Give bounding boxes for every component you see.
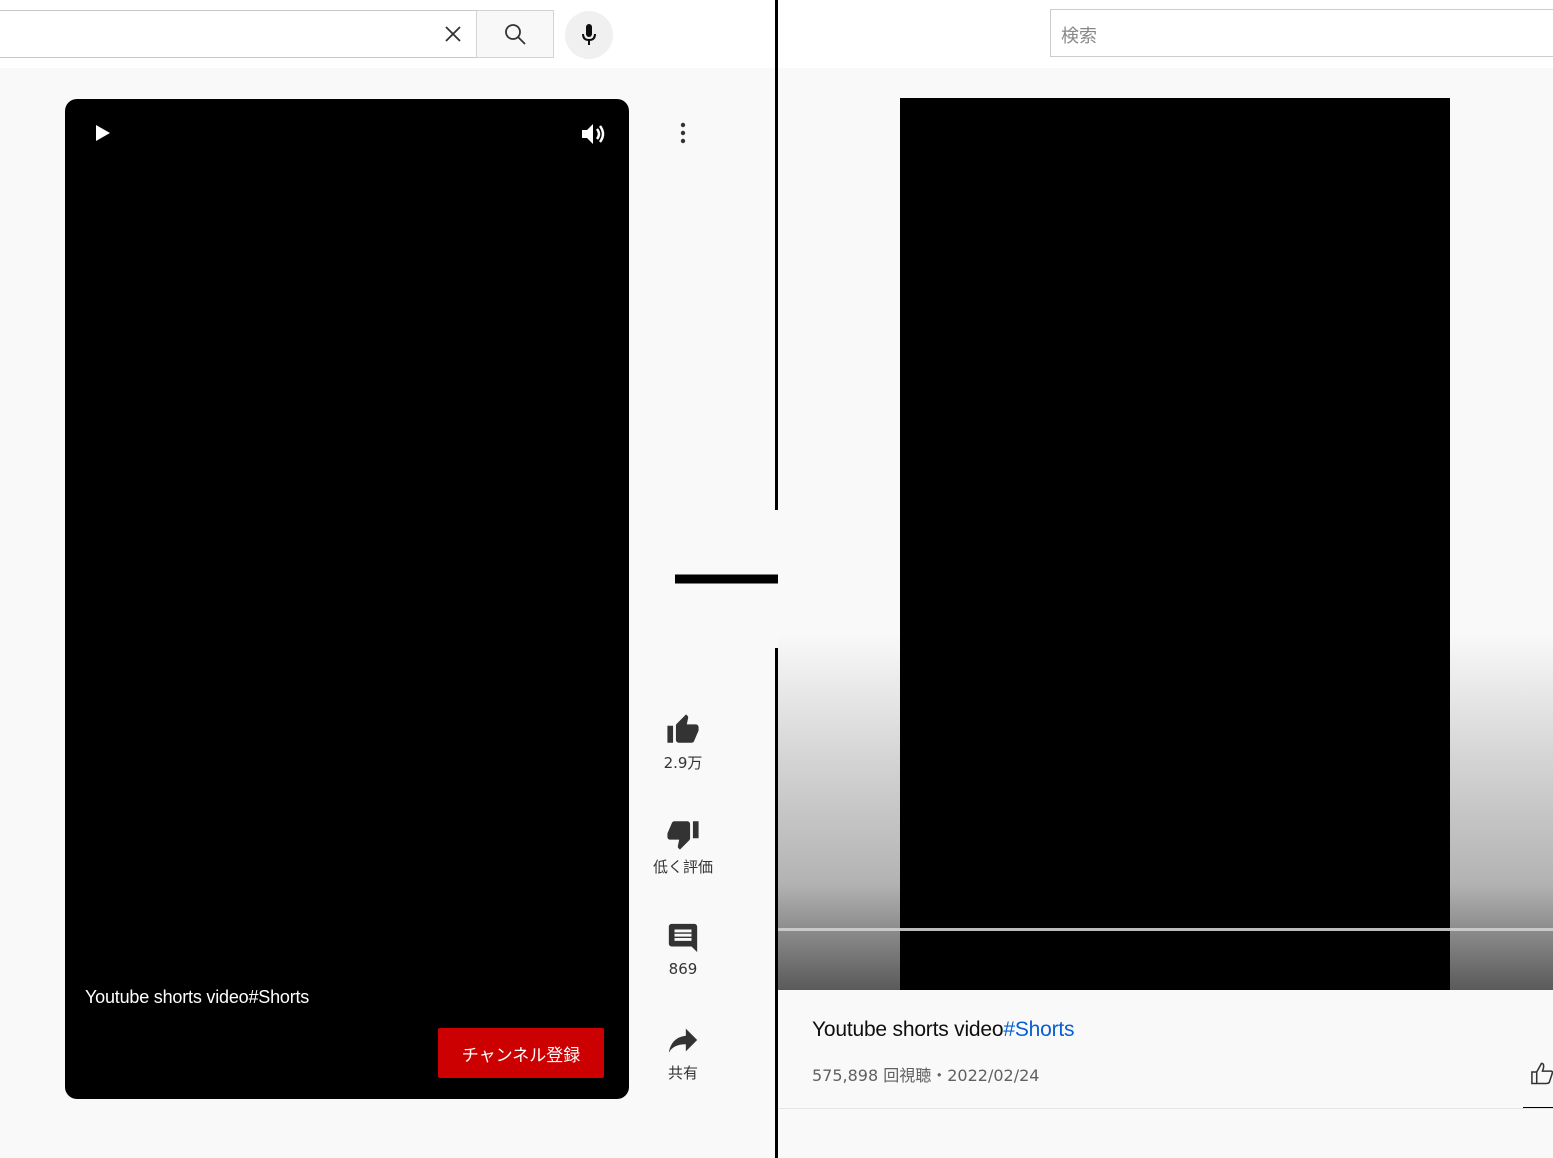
like-count: 2.9万: [663, 754, 703, 772]
search-input[interactable]: 検索: [1050, 9, 1553, 57]
dislike-button[interactable]: 低く評価: [642, 814, 724, 877]
watch-view: 検索 Youtube shorts video#Shorts 575,898 回…: [778, 0, 1553, 1158]
search-input[interactable]: [0, 10, 476, 58]
comments-button[interactable]: 869: [642, 918, 724, 978]
search-button[interactable]: [476, 10, 554, 58]
clear-icon: [445, 26, 461, 42]
more-options-button[interactable]: [670, 118, 696, 148]
mic-icon: [582, 24, 596, 45]
play-icon[interactable]: [93, 123, 113, 143]
share-button[interactable]: 共有: [642, 1020, 724, 1083]
search-icon: [505, 24, 526, 45]
thumb-up-icon: [667, 714, 699, 743]
thumb-up-icon[interactable]: [1530, 1060, 1553, 1086]
video-frame[interactable]: [900, 98, 1450, 990]
hashtag-link[interactable]: #Shorts: [1003, 1018, 1074, 1041]
video-title: Youtube shorts video#Shorts: [812, 1018, 1075, 1042]
more-vert-icon: [680, 122, 686, 144]
masthead: [0, 0, 776, 68]
shorts-player[interactable]: Youtube shorts video#Shorts チャンネル登録: [65, 99, 629, 1099]
shorts-view: Youtube shorts video#Shorts チャンネル登録 2.9万…: [0, 0, 776, 1158]
divider-line: [778, 1108, 1553, 1109]
video-meta: 575,898 回視聴・2022/02/24: [812, 1066, 1040, 1085]
like-button[interactable]: 2.9万: [642, 710, 724, 773]
comment-count: 869: [668, 960, 698, 978]
clear-search-button[interactable]: [437, 18, 469, 50]
masthead: 検索: [778, 0, 1553, 68]
share-icon: [668, 1028, 698, 1053]
comment-icon: [668, 923, 698, 953]
voice-search-button[interactable]: [565, 11, 613, 59]
volume-icon[interactable]: [581, 122, 607, 146]
thumb-down-icon: [667, 821, 699, 850]
share-label: 共有: [667, 1064, 698, 1082]
subscribe-button[interactable]: チャンネル登録: [438, 1028, 604, 1078]
dislike-label: 低く評価: [652, 858, 713, 876]
video-player[interactable]: [778, 98, 1553, 990]
progress-bar[interactable]: [778, 928, 1553, 931]
short-title[interactable]: Youtube shorts video#Shorts: [85, 987, 309, 1008]
video-title-text: Youtube shorts video: [812, 1018, 1004, 1041]
